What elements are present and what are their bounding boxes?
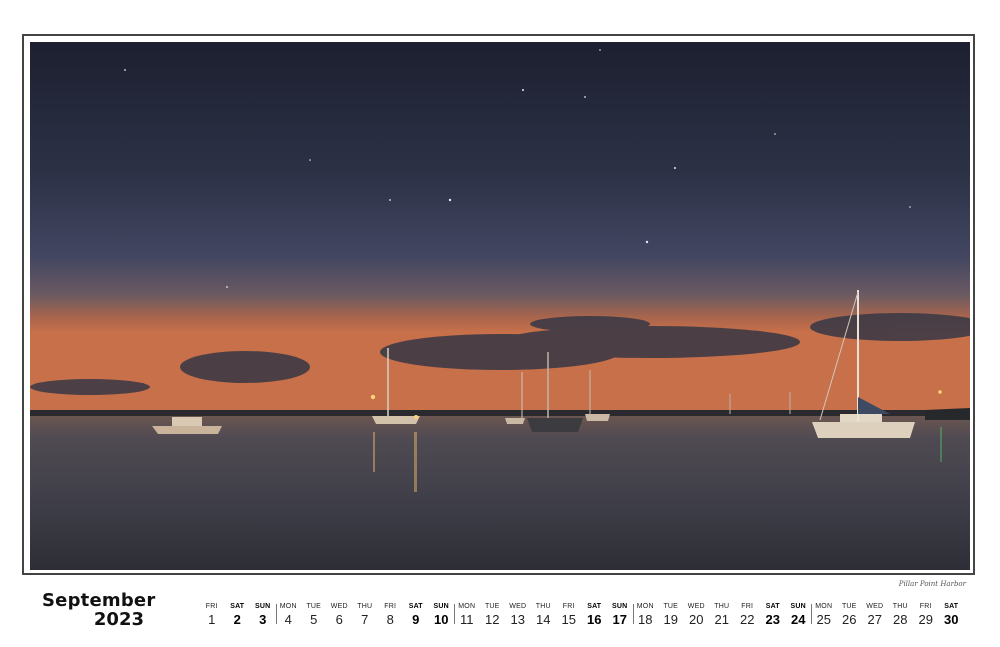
day-cell: FRI 1: [199, 602, 225, 628]
day-cell: SAT 23: [760, 602, 786, 628]
day-number: 8: [386, 612, 394, 627]
water: [30, 416, 970, 570]
day-number: 15: [561, 612, 576, 627]
day-of-week: FRI: [384, 603, 397, 610]
day-number: 16: [587, 612, 602, 627]
day-cell: MON 4: [276, 602, 302, 628]
day-cell: SUN 24: [786, 602, 812, 628]
day-cell: MON 11: [454, 602, 480, 628]
day-of-week: WED: [509, 603, 527, 610]
day-of-week: WED: [866, 603, 884, 610]
day-number: 27: [867, 612, 882, 627]
day-cell: SUN 10: [429, 602, 455, 628]
day-of-week: SAT: [587, 603, 602, 610]
month-name: September: [42, 590, 156, 611]
day-number: 17: [612, 612, 627, 627]
photo-caption: Pillar Point Harbor: [898, 580, 966, 588]
day-number: 4: [284, 612, 292, 627]
day-cell: WED 27: [862, 602, 888, 628]
harbor-photo-svg: [30, 42, 970, 570]
day-number: 11: [460, 612, 474, 627]
day-cell: SUN 17: [607, 602, 633, 628]
day-of-week: TUE: [484, 603, 500, 610]
day-number: 24: [791, 612, 806, 627]
day-of-week: FRI: [741, 603, 754, 610]
day-of-week: THU: [357, 603, 373, 610]
day-cell: THU 7: [352, 602, 378, 628]
day-cell: FRI 29: [913, 602, 939, 628]
day-cell: SAT 9: [403, 602, 429, 628]
day-cell: MON 18: [633, 602, 659, 628]
day-cell: THU 21: [709, 602, 735, 628]
day-cell: SAT 16: [582, 602, 608, 628]
day-number: 29: [918, 612, 933, 627]
month-year: 2023: [93, 609, 144, 630]
day-cell: FRI 8: [378, 602, 404, 628]
day-cell: FRI 15: [556, 602, 582, 628]
day-number: 7: [361, 612, 369, 627]
day-of-week: SAT: [944, 603, 959, 610]
day-cell: WED 6: [327, 602, 353, 628]
day-number: 6: [335, 612, 343, 627]
day-of-week: MON: [279, 603, 297, 610]
day-number: 22: [740, 612, 755, 627]
day-cell: THU 28: [888, 602, 914, 628]
day-number: 19: [663, 612, 678, 627]
day-number: 20: [689, 612, 704, 627]
day-of-week: FRI: [919, 603, 932, 610]
day-of-week: SUN: [255, 603, 271, 610]
day-cell: WED 13: [505, 602, 531, 628]
day-of-week: SUN: [790, 603, 806, 610]
day-number: 30: [944, 612, 959, 627]
harbor-photo: [30, 42, 970, 570]
day-cell: TUE 12: [480, 602, 506, 628]
day-of-week: WED: [687, 603, 705, 610]
day-of-week: THU: [892, 603, 908, 610]
day-number: 12: [485, 612, 500, 627]
day-number: 25: [816, 612, 831, 627]
day-number: 3: [259, 612, 267, 627]
day-of-week: THU: [714, 603, 730, 610]
day-of-week: TUE: [841, 603, 857, 610]
day-number: 21: [714, 612, 729, 627]
day-cell: SAT 2: [225, 602, 251, 628]
day-number: 5: [310, 612, 318, 627]
day-number: 10: [434, 612, 449, 627]
day-cell: TUE 26: [837, 602, 863, 628]
day-strip: FRI 1 SAT 2 SUN 3 MON 4 TUE 5 WED 6 THU 7 FRI 8 SAT 9 SUN 1…: [199, 602, 965, 632]
far-shore: [30, 410, 970, 416]
day-number: 9: [412, 612, 420, 627]
day-of-week: SUN: [612, 603, 628, 610]
day-number: 26: [842, 612, 857, 627]
month-title: September 2023: [42, 590, 156, 630]
day-of-week: WED: [330, 603, 348, 610]
day-of-week: MON: [815, 603, 833, 610]
day-of-week: TUE: [663, 603, 679, 610]
day-of-week: MON: [636, 603, 654, 610]
day-cell: WED 20: [684, 602, 710, 628]
day-number: 13: [510, 612, 525, 627]
day-of-week: SAT: [230, 603, 245, 610]
day-cell: MON 25: [811, 602, 837, 628]
day-cell: SAT 30: [939, 602, 965, 628]
day-of-week: THU: [535, 603, 551, 610]
day-of-week: FRI: [205, 603, 218, 610]
day-of-week: FRI: [562, 603, 575, 610]
day-of-week: TUE: [306, 603, 322, 610]
day-cell: SUN 3: [250, 602, 276, 628]
day-of-week: SUN: [433, 603, 449, 610]
day-cell: TUE 5: [301, 602, 327, 628]
day-number: 1: [208, 612, 216, 627]
day-of-week: MON: [458, 603, 476, 610]
day-number: 28: [893, 612, 908, 627]
day-of-week: SAT: [765, 603, 780, 610]
day-number: 2: [233, 612, 241, 627]
day-number: 14: [536, 612, 551, 627]
day-of-week: SAT: [408, 603, 423, 610]
day-cell: FRI 22: [735, 602, 761, 628]
day-number: 18: [638, 612, 653, 627]
day-cell: TUE 19: [658, 602, 684, 628]
day-number: 23: [765, 612, 780, 627]
day-cell: THU 14: [531, 602, 557, 628]
